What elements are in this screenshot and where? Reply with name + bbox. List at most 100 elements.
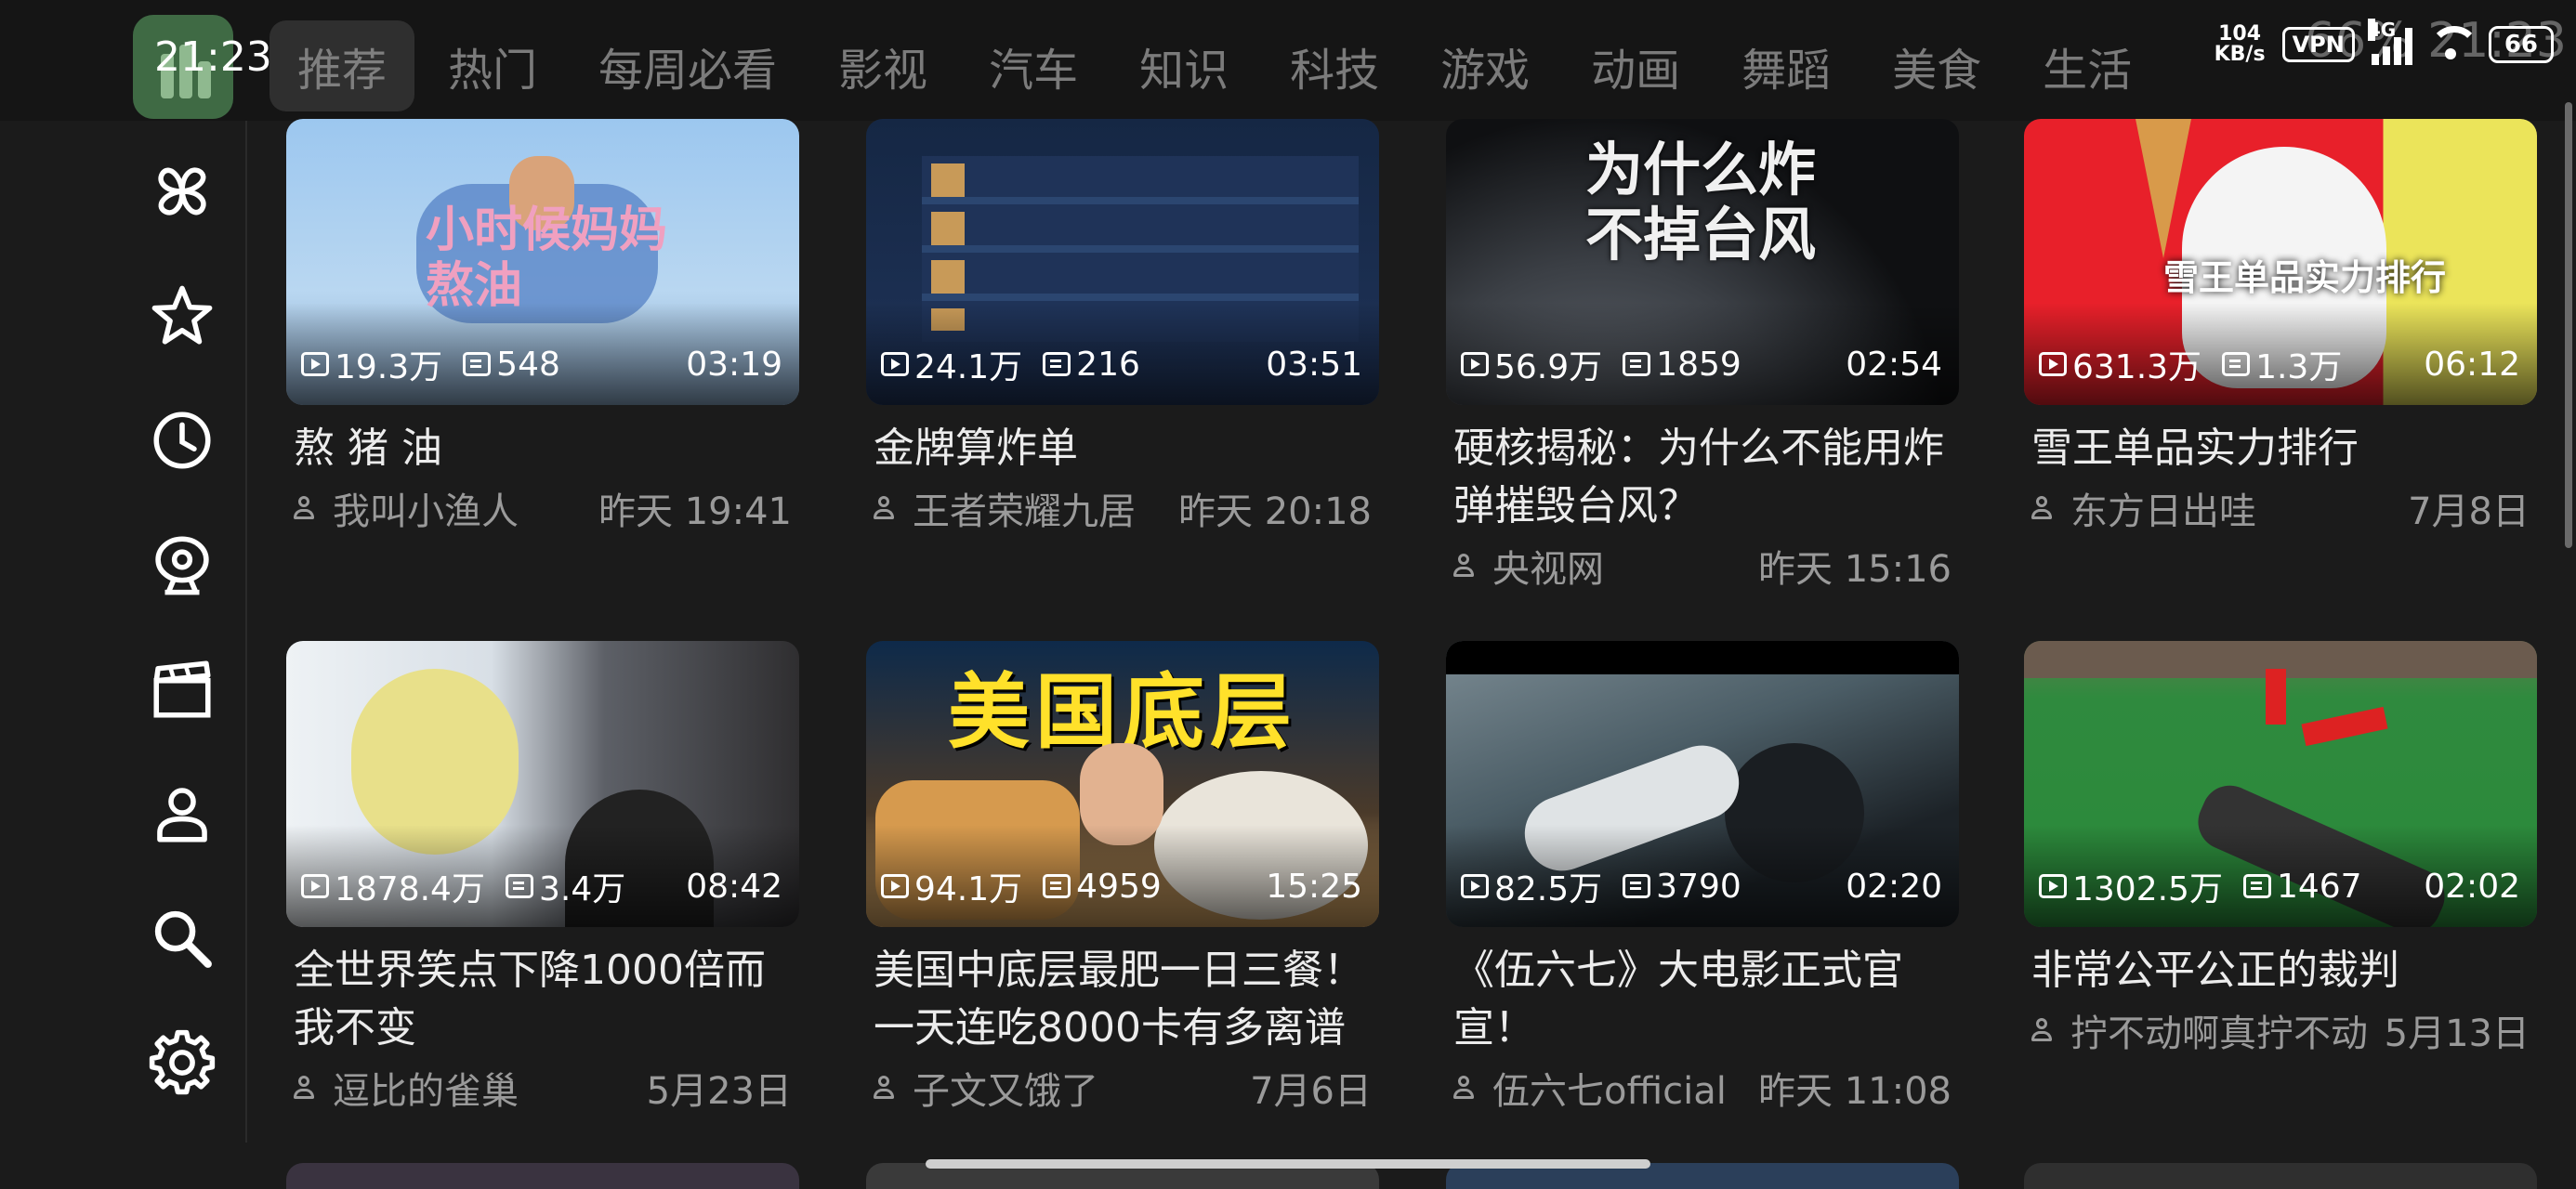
video-stats: 19.3万 548 03:19 [301, 340, 782, 388]
video-thumbnail[interactable]: 为什么炸不掉台风 56.9万 1859 02:54 [1446, 119, 1959, 405]
video-card[interactable]: 为什么炸不掉台风 56.9万 1859 02:54 硬核揭秘：为什么不能用炸弹摧… [1446, 119, 1959, 593]
category-tabs: 推荐 热门 每周必看 影视 汽车 知识 科技 游戏 动画 舞蹈 美食 生活 [269, 20, 2165, 111]
video-card[interactable]: 小时候妈妈熬油 19.3万 548 03:19 熬 猪 油 我叫小渔人 昨天 1… [286, 119, 799, 535]
tab-knowledge[interactable]: 知识 [1111, 20, 1256, 111]
view-count: 19.3万 [335, 348, 443, 386]
video-thumbnail[interactable]: 小时候妈妈熬油 19.3万 548 03:19 [286, 119, 799, 405]
uploader-name[interactable]: 拧不动啊真拧不动 [2070, 1003, 2368, 1057]
tab-dance[interactable]: 舞蹈 [1714, 20, 1859, 111]
video-info: 央视网 昨天 15:16 [1446, 539, 1959, 593]
video-info: 王者荣耀九居 昨天 20:18 [866, 481, 1379, 535]
sidebar-item-live[interactable] [145, 528, 219, 602]
video-title[interactable]: 硬核揭秘：为什么不能用炸弹摧毁台风？ [1446, 420, 1959, 535]
video-title[interactable]: 熬 猪 油 [286, 420, 799, 477]
uploader-icon [294, 496, 314, 520]
uploader-name[interactable]: 子文又饿了 [913, 1061, 1098, 1115]
status-time: 21:23 [154, 33, 272, 81]
tab-film[interactable]: 影视 [810, 20, 955, 111]
tab-game[interactable]: 游戏 [1413, 20, 1557, 111]
sidebar [0, 121, 247, 1143]
tab-anime[interactable]: 动画 [1563, 20, 1708, 111]
video-thumbnail[interactable]: 美国底层 94.1万 4959 15:25 [866, 641, 1379, 927]
video-info: 伍六七official 昨天 11:08 [1446, 1061, 1959, 1115]
video-title[interactable]: 美国中底层最肥一日三餐！一天连吃8000卡有多离谱 [866, 942, 1379, 1057]
sidebar-item-favorites[interactable] [145, 279, 219, 353]
uploader-name[interactable]: 伍六七official [1492, 1061, 1727, 1115]
video-card[interactable]: 82.5万 3790 02:20 《伍六七》大电影正式官宣！ 伍六七offici… [1446, 641, 1959, 1115]
video-duration: 03:19 [686, 345, 782, 384]
view-count: 56.9万 [1494, 348, 1603, 386]
video-thumbnail[interactable]: 24.1万 216 03:51 [866, 119, 1379, 405]
view-count: 24.1万 [914, 348, 1023, 386]
video-thumbnail[interactable]: 82.5万 3790 02:20 [1446, 641, 1959, 927]
danmaku-count: 548 [496, 345, 560, 384]
video-title[interactable]: 非常公平公正的裁判 [2024, 942, 2537, 1000]
uploader-name[interactable]: 央视网 [1492, 539, 1604, 593]
video-card[interactable]: 1302.5万 1467 02:02 非常公平公正的裁判 拧不动啊真拧不动 5月… [2024, 641, 2537, 1057]
danmaku-count: 3790 [1656, 867, 1741, 906]
video-card[interactable]: 24.1万 216 03:51 金牌算炸单 王者荣耀九居 昨天 20:18 [866, 119, 1379, 535]
sidebar-item-history[interactable] [145, 403, 219, 477]
sidebar-item-settings[interactable] [145, 1026, 219, 1100]
video-thumbnail[interactable]: 1302.5万 1467 02:02 [2024, 641, 2537, 927]
tab-life[interactable]: 生活 [2015, 20, 2160, 111]
sidebar-item-discover[interactable] [145, 154, 219, 229]
video-stats: 1302.5万 1467 02:02 [2039, 862, 2520, 910]
uploader-icon [2031, 496, 2052, 520]
video-stats: 631.3万 1.3万 06:12 [2039, 340, 2520, 388]
star-icon [151, 285, 213, 345]
video-stats: 94.1万 4959 15:25 [881, 862, 1362, 910]
video-thumbnail[interactable]: 雪王单品实力排行 631.3万 1.3万 06:12 [2024, 119, 2537, 405]
sidebar-item-search[interactable] [145, 901, 219, 975]
publish-time: 5月13日 [2384, 1013, 2530, 1055]
network-speed: 104 KB/s [2215, 24, 2266, 65]
clapperboard-icon [153, 660, 211, 718]
tab-car[interactable]: 汽车 [961, 20, 1106, 111]
publish-time: 昨天 15:16 [1758, 548, 1952, 591]
uploader-name[interactable]: 王者荣耀九居 [913, 481, 1136, 535]
tab-weekly[interactable]: 每周必看 [571, 20, 805, 111]
tab-tech[interactable]: 科技 [1262, 20, 1407, 111]
video-thumbnail[interactable]: 1878.4万 3.4万 08:42 [286, 641, 799, 927]
video-stats: 24.1万 216 03:51 [881, 340, 1362, 388]
video-duration: 02:20 [1846, 867, 1942, 906]
danmaku-icon [1623, 874, 1651, 898]
publish-time: 5月23日 [646, 1070, 792, 1113]
danmaku-count: 216 [1076, 345, 1140, 384]
vertical-scrollbar[interactable] [2565, 102, 2572, 548]
uploader-name[interactable]: 我叫小渔人 [333, 481, 519, 535]
video-info: 逗比的雀巢 5月23日 [286, 1061, 799, 1115]
sidebar-item-bangumi[interactable] [145, 652, 219, 726]
uploader-icon [874, 1076, 894, 1100]
video-title[interactable]: 全世界笑点下降1000倍而我不变 [286, 942, 799, 1057]
danmaku-icon [463, 352, 492, 376]
play-count-icon [2039, 352, 2067, 376]
video-title[interactable]: 金牌算炸单 [866, 420, 1379, 477]
uploader-name[interactable]: 逗比的雀巢 [333, 1061, 519, 1115]
view-count: 94.1万 [914, 870, 1023, 908]
uploader-name[interactable]: 东方日出哇 [2070, 481, 2256, 535]
play-count-icon [881, 874, 909, 898]
danmaku-icon [1623, 352, 1651, 376]
video-title[interactable]: 雪王单品实力排行 [2024, 420, 2537, 477]
video-card[interactable]: 雪王单品实力排行 631.3万 1.3万 06:12 雪王单品实力排行 东方日出… [2024, 119, 2537, 535]
tab-recommend[interactable]: 推荐 [269, 20, 415, 111]
uploader-icon [1453, 1076, 1474, 1100]
video-info: 我叫小渔人 昨天 19:41 [286, 481, 799, 535]
video-info: 子文又饿了 7月6日 [866, 1061, 1379, 1115]
uploader-icon [294, 1076, 314, 1100]
video-duration: 15:25 [1266, 867, 1362, 906]
video-title[interactable]: 《伍六七》大电影正式官宣！ [1446, 942, 1959, 1057]
video-info: 东方日出哇 7月8日 [2024, 481, 2537, 535]
video-card[interactable]: 美国底层 94.1万 4959 15:25 美国中底层最肥一日三餐！一天连吃80… [866, 641, 1379, 1115]
tab-hot[interactable]: 热门 [420, 20, 565, 111]
horizontal-scrollbar[interactable] [926, 1159, 1650, 1169]
video-duration: 06:12 [2424, 345, 2520, 384]
video-card[interactable]: 1878.4万 3.4万 08:42 全世界笑点下降1000倍而我不变 逗比的雀… [286, 641, 799, 1115]
tab-food[interactable]: 美食 [1864, 20, 2009, 111]
play-count-icon [301, 874, 329, 898]
sidebar-item-profile[interactable] [145, 777, 219, 851]
danmaku-count: 4959 [1076, 867, 1162, 906]
publish-time: 7月8日 [2408, 490, 2530, 533]
danmaku-icon [1043, 352, 1071, 376]
